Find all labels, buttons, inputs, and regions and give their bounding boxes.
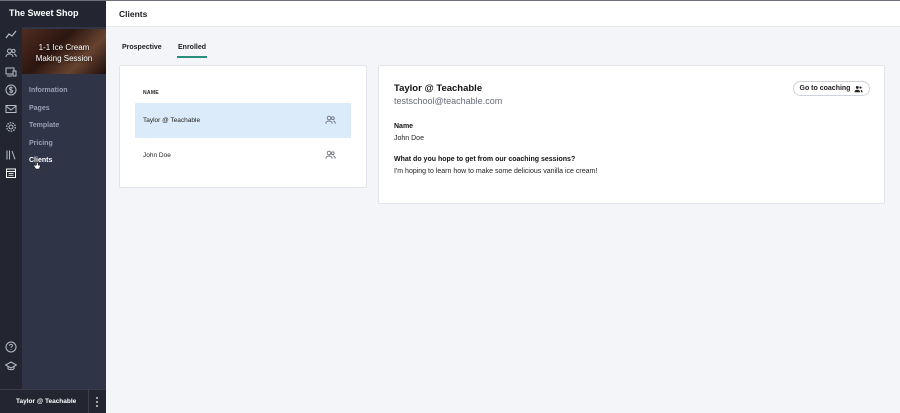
sidebar-item-pricing[interactable]: Pricing xyxy=(29,139,68,157)
coaching-button-label: Go to coaching xyxy=(799,85,851,92)
course-title: 1-1 Ice Cream Making Session xyxy=(35,43,93,63)
gear-icon[interactable] xyxy=(5,121,17,133)
user-bar: Taylor @ Teachable xyxy=(0,389,106,413)
devices-icon[interactable] xyxy=(5,66,17,78)
more-options-icon[interactable] xyxy=(94,396,100,408)
users-icon[interactable] xyxy=(5,47,17,59)
mail-icon[interactable] xyxy=(5,103,17,115)
column-header-name: NAME xyxy=(143,90,159,96)
tab-label: Enrolled xyxy=(178,44,207,51)
go-to-coaching-button[interactable]: Go to coaching xyxy=(793,81,870,96)
field-label-name: Name xyxy=(394,123,414,130)
sidebar-item-template[interactable]: Template xyxy=(29,121,68,139)
graduation-cap-icon[interactable] xyxy=(5,360,17,372)
help-icon[interactable] xyxy=(5,341,17,353)
client-detail-card: Taylor @ Teachable testschool@teachable.… xyxy=(378,65,885,204)
sidebar-item-information[interactable]: Information xyxy=(29,86,68,104)
dollar-icon[interactable] xyxy=(5,84,17,96)
active-tab-indicator xyxy=(177,56,208,58)
main-header: Clients xyxy=(106,1,900,27)
icon-rail xyxy=(0,27,22,389)
divider xyxy=(88,390,89,413)
analytics-icon[interactable] xyxy=(5,29,17,41)
library-icon[interactable] xyxy=(5,149,17,161)
field-label-coaching-question: What do you hope to get from our coachin… xyxy=(394,156,576,163)
field-value-name: John Doe xyxy=(394,135,424,142)
client-name: John Doe xyxy=(143,152,171,159)
users-icon xyxy=(325,150,336,159)
users-icon xyxy=(854,85,864,92)
course-thumbnail[interactable]: 1-1 Ice Cream Making Session xyxy=(22,29,106,74)
tab-prospective[interactable]: Prospective xyxy=(122,44,162,51)
tab-label: Prospective xyxy=(122,44,162,51)
field-value-coaching-answer: I'm hoping to learn how to make some del… xyxy=(394,168,598,175)
client-name: Taylor @ Teachable xyxy=(143,117,201,124)
client-detail-name: Taylor @ Teachable xyxy=(394,83,483,94)
course-sidebar: 1-1 Ice Cream Making Session Information… xyxy=(22,27,106,389)
table-row[interactable]: John Doe xyxy=(135,138,351,173)
client-list-card: NAME Taylor @ Teachable John Doe xyxy=(119,65,367,188)
tab-enrolled[interactable]: Enrolled xyxy=(177,44,208,58)
mouse-pointer-icon xyxy=(33,160,41,170)
school-name[interactable]: The Sweet Shop xyxy=(0,1,106,27)
calendar-icon[interactable] xyxy=(5,167,17,179)
users-icon xyxy=(325,115,336,124)
sidebar-item-pages[interactable]: Pages xyxy=(29,104,68,122)
current-user-name[interactable]: Taylor @ Teachable xyxy=(16,398,76,405)
table-row[interactable]: Taylor @ Teachable xyxy=(135,103,351,138)
page-title: Clients xyxy=(119,9,148,19)
client-detail-email: testschool@teachable.com xyxy=(394,96,503,106)
